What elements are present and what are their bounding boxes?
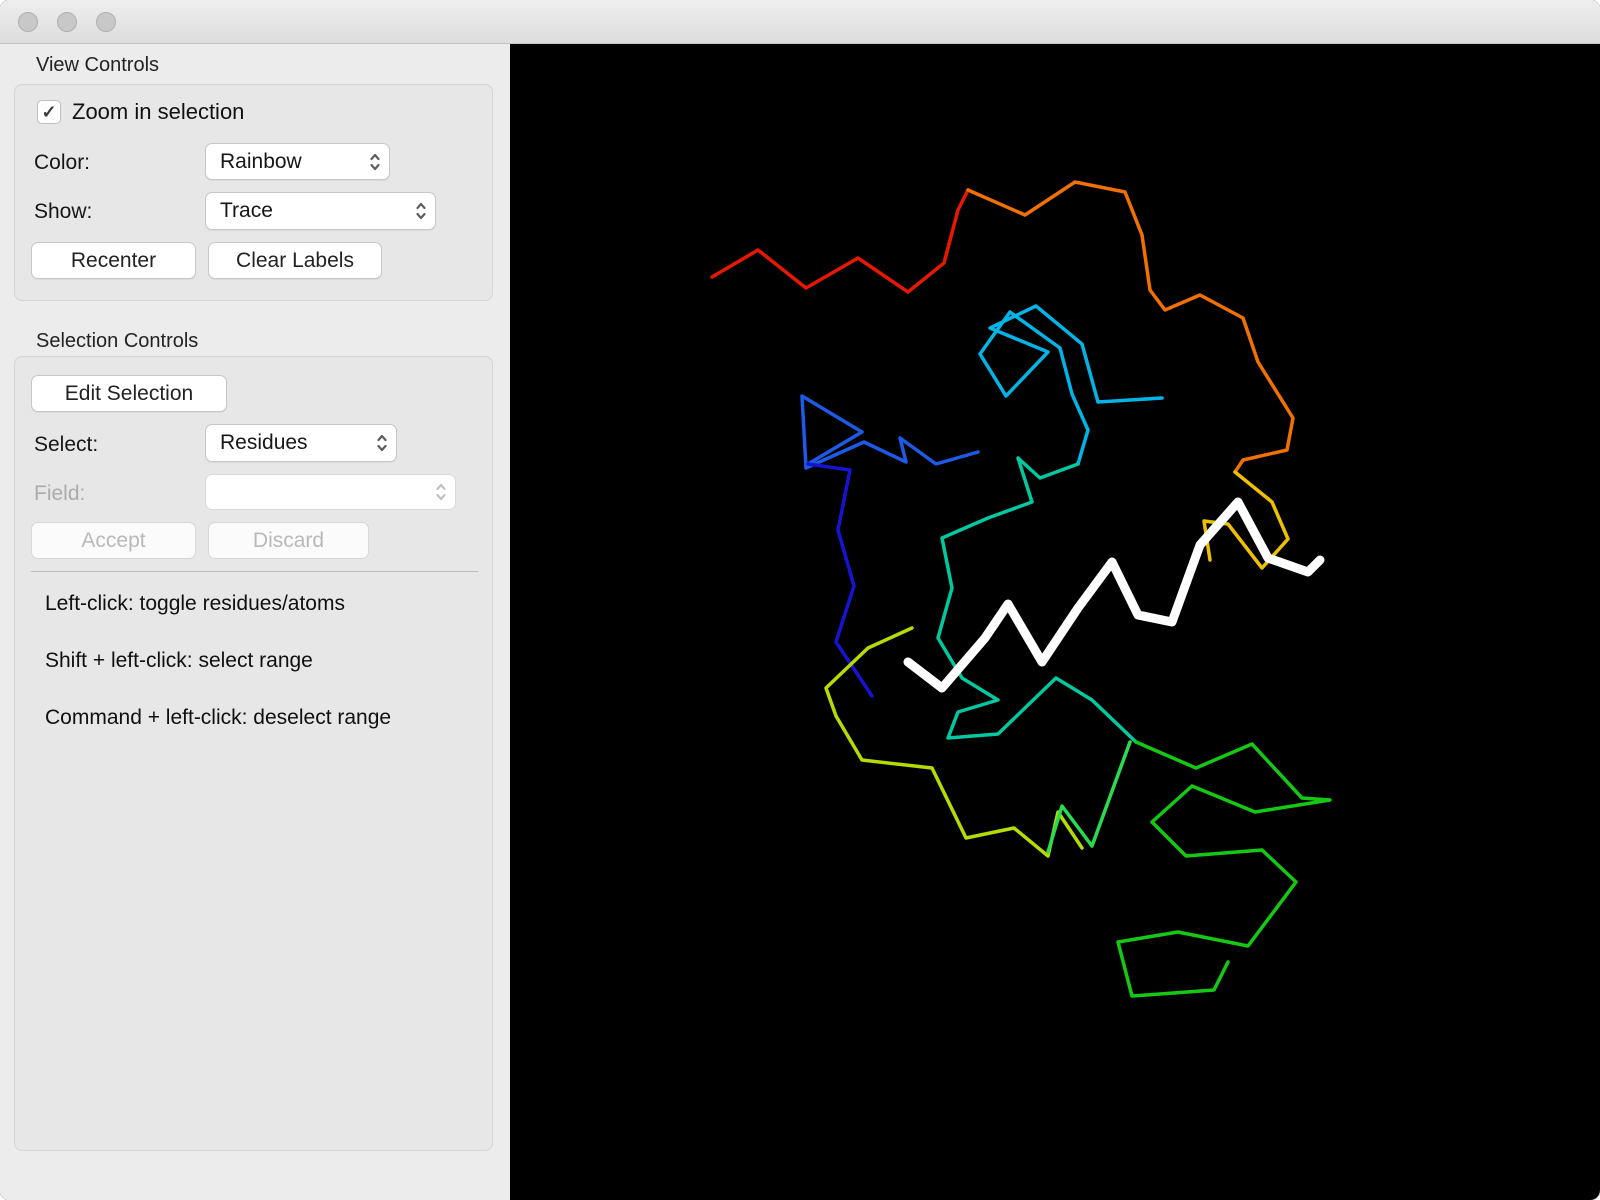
edit-selection-button[interactable]: Edit Selection [31, 375, 227, 412]
select-mode-select[interactable]: Residues [205, 424, 397, 462]
trace-segment-dark-blue-strand [806, 462, 874, 698]
trace-segment-teal-loops [936, 456, 1138, 744]
view-controls-heading: View Controls [36, 54, 160, 76]
trace-segment-white-selection [903, 497, 1325, 693]
help-line-left-click: Left-click: toggle residues/atoms [45, 592, 345, 615]
help-line-command-click: Command + left-click: deselect range [45, 706, 392, 729]
trace-segment-cyan-knot [978, 304, 1164, 466]
chevron-up-down-icon [375, 431, 389, 455]
help-divider [31, 571, 478, 572]
trace-segment-spring-green [1046, 740, 1132, 854]
zoom-in-selection-row: ✓ Zoom in selection [37, 99, 244, 125]
trace-segment-blue-triangles [800, 394, 980, 470]
traffic-lights [18, 12, 116, 32]
zoom-selection-checkbox[interactable]: ✓ [37, 100, 61, 124]
protein-trace [710, 180, 1332, 998]
molecule-viewport[interactable] [510, 44, 1600, 1200]
checkmark-icon: ✓ [41, 102, 57, 122]
field-label: Field: [34, 482, 86, 505]
field-select[interactable] [205, 474, 456, 510]
minimize-button[interactable] [57, 12, 77, 32]
control-sidebar: View Controls ✓ Zoom in selection Color:… [0, 44, 510, 1200]
discard-button[interactable]: Discard [208, 522, 369, 559]
show-select-value: Trace [220, 199, 273, 222]
recenter-button[interactable]: Recenter [31, 242, 196, 279]
clear-labels-button[interactable]: Clear Labels [208, 242, 382, 279]
show-label: Show: [34, 200, 93, 223]
show-select[interactable]: Trace [205, 192, 436, 230]
chevron-up-down-icon [434, 480, 448, 504]
selection-controls-heading: Selection Controls [36, 330, 199, 352]
close-button[interactable] [18, 12, 38, 32]
window-content: View Controls ✓ Zoom in selection Color:… [0, 44, 1600, 1200]
color-label: Color: [34, 151, 91, 174]
trace-segment-n-terminus-red [710, 188, 970, 294]
chevron-up-down-icon [414, 199, 428, 223]
select-mode-value: Residues [220, 431, 308, 454]
color-select[interactable]: Rainbow [205, 143, 390, 180]
accept-button[interactable]: Accept [31, 522, 196, 559]
trace-segment-orange [966, 180, 1295, 474]
help-line-shift-click: Shift + left-click: select range [45, 649, 313, 672]
chevron-up-down-icon [368, 150, 382, 174]
zoom-window-button[interactable] [96, 12, 116, 32]
app-window: View Controls ✓ Zoom in selection Color:… [0, 0, 1600, 1200]
trace-segment-green-c-terminus [1116, 740, 1332, 998]
select-label: Select: [34, 433, 99, 456]
color-select-value: Rainbow [220, 149, 302, 173]
titlebar [0, 0, 1600, 44]
zoom-selection-label: Zoom in selection [72, 99, 245, 124]
